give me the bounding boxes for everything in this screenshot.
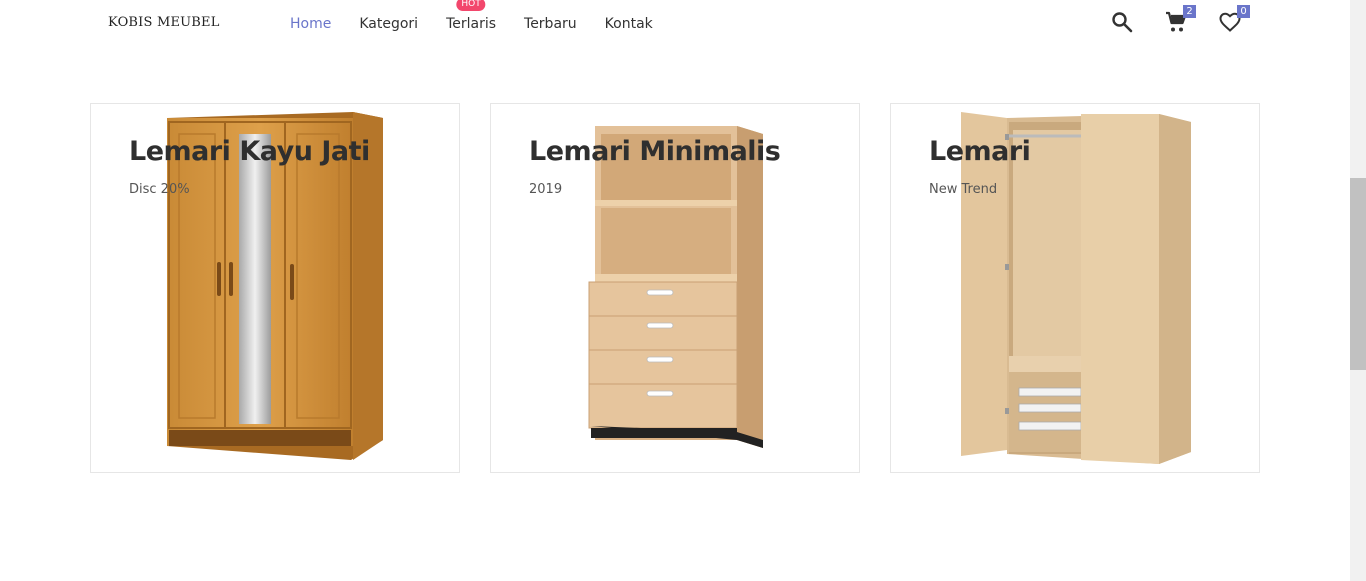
card-subtitle: 2019	[529, 182, 563, 197]
product-cards: Lemari Kayu Jati Disc 20% Lemari Minimal…	[90, 103, 1260, 473]
product-card[interactable]: Lemari Kayu Jati Disc 20%	[90, 103, 460, 473]
nav-home[interactable]: Home	[290, 16, 331, 32]
search-icon	[1112, 12, 1133, 33]
product-card[interactable]: Lemari Minimalis 2019	[490, 103, 860, 473]
nav-terlaris-label: Terlaris	[446, 16, 497, 32]
site-logo[interactable]: KOBIS MEUBEL	[108, 15, 220, 30]
nav-kategori[interactable]: Kategori	[359, 16, 418, 32]
cart-count-badge: 2	[1183, 5, 1196, 18]
card-subtitle: Disc 20%	[129, 182, 190, 197]
header-icons: 2 0	[1110, 5, 1250, 36]
card-subtitle: New Trend	[929, 182, 998, 197]
product-card[interactable]: Lemari New Trend	[890, 103, 1260, 473]
nav-terbaru[interactable]: Terbaru	[524, 16, 577, 32]
wishlist-count-badge: 0	[1237, 5, 1250, 18]
wishlist-button[interactable]: 0	[1218, 5, 1250, 36]
hot-badge: HOT	[456, 0, 486, 11]
nav-terlaris[interactable]: Terlaris HOT	[446, 0, 497, 32]
search-button[interactable]	[1110, 10, 1136, 36]
scrollbar-thumb[interactable]	[1350, 178, 1366, 370]
card-title: Lemari Kayu Jati	[129, 136, 370, 167]
page-scrollbar[interactable]	[1350, 0, 1366, 581]
card-title: Lemari	[929, 136, 1031, 167]
main-nav: Home Kategori Terlaris HOT Terbaru Konta…	[290, 0, 653, 32]
card-title: Lemari Minimalis	[529, 136, 781, 167]
site-header: KOBIS MEUBEL Home Kategori Terlaris HOT …	[0, 0, 1350, 50]
nav-kontak[interactable]: Kontak	[605, 16, 653, 32]
cart-button[interactable]: 2	[1164, 5, 1196, 36]
